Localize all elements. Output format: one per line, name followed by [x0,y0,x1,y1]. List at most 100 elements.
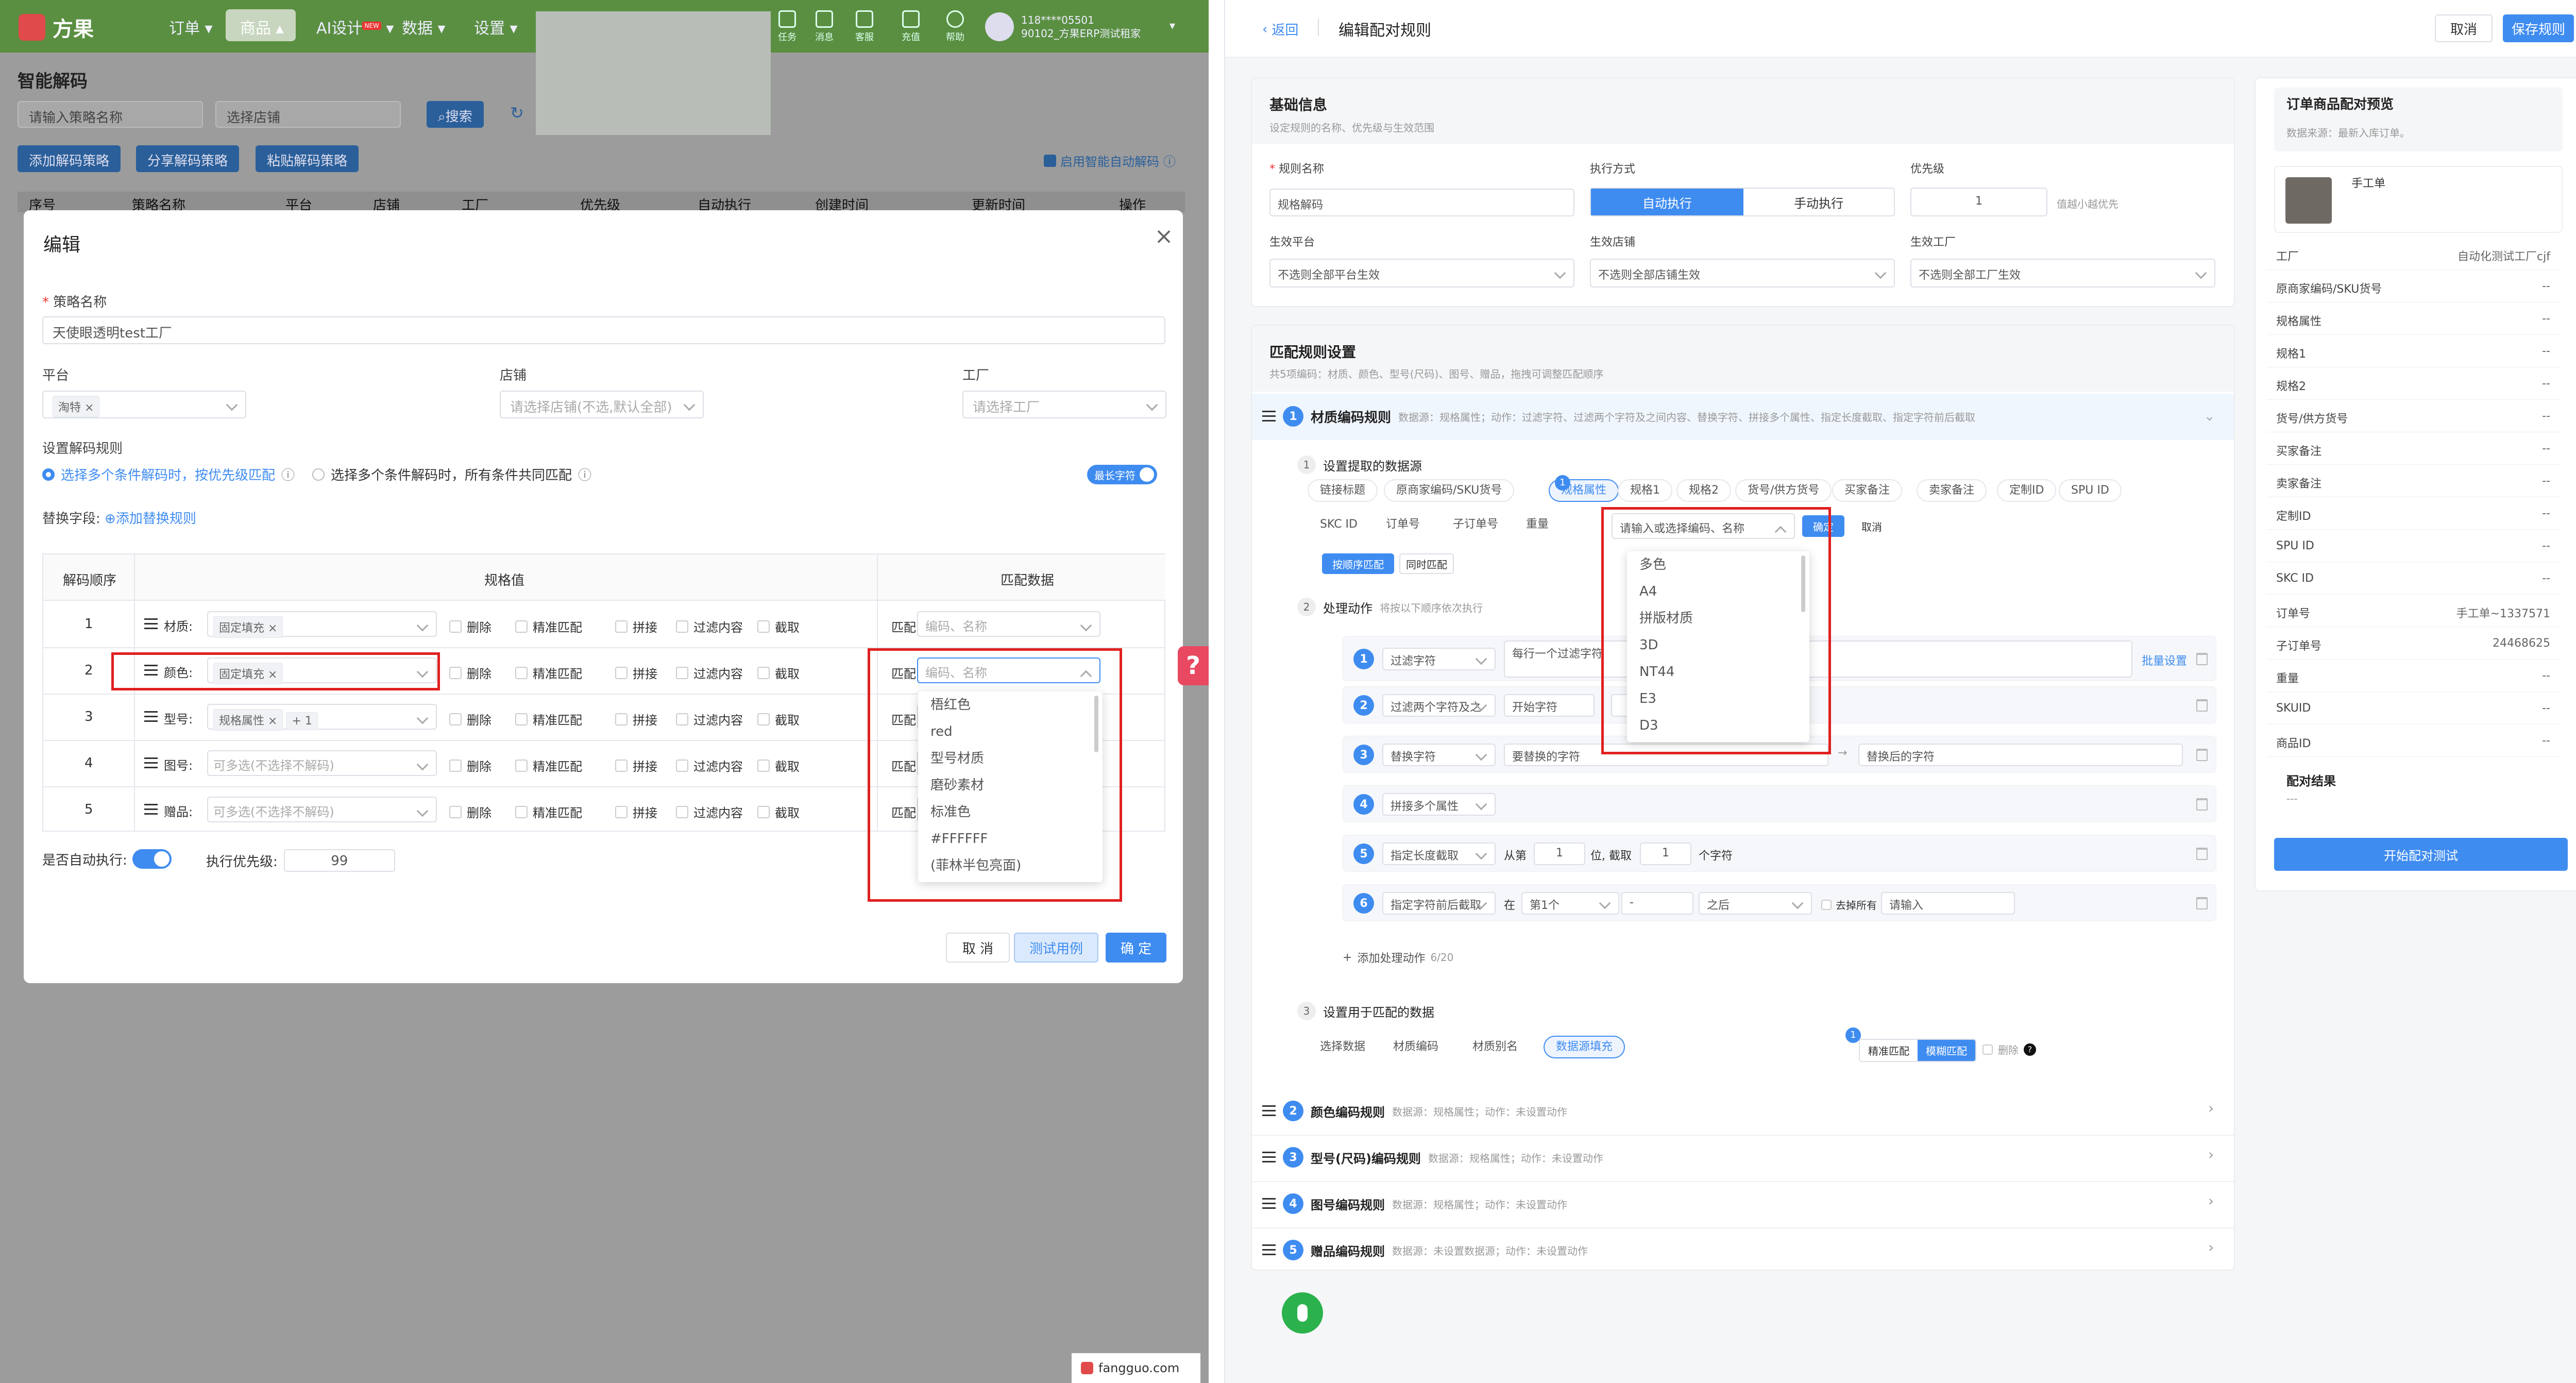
nav-ai-design[interactable]: AI设计 NEW ▾ [316,15,394,38]
brand[interactable]: 方果 [19,12,94,42]
store-select[interactable]: 不选则全部店铺生效 [1590,259,1895,288]
radio-all[interactable]: 选择多个条件解码时，所有条件共同匹配 ⓘ [312,465,591,484]
source-pill[interactable]: SKC ID [1308,513,1370,536]
dropdown-option[interactable]: #FFFFFF [918,825,1103,852]
drag-handle-icon[interactable] [144,711,158,722]
test-case-button[interactable]: 测试用例 [1014,933,1098,963]
chevron-right-icon[interactable]: › [2208,1239,2214,1256]
strip-input[interactable]: 请输入 [1881,892,2015,915]
row-spec-select[interactable]: 可多选(不选择不解码) [207,750,437,776]
match-source-pill[interactable]: 材质别名 [1460,1036,1530,1058]
rule-row[interactable]: 5 赠品编码规则 数据源：未设置数据源；动作：未设置动作 [1262,1235,2224,1266]
dropdown-option[interactable]: 标准色 [918,799,1103,825]
rule-row[interactable]: 2 颜色编码规则 数据源：规格属性；动作：未设置动作 [1262,1095,2224,1126]
help-float-button[interactable]: ? [1178,646,1209,685]
refresh-icon[interactable]: ↻ [510,103,524,123]
delimiter-input[interactable]: - [1621,892,1693,915]
save-rule-button[interactable]: 保存规则 [2503,14,2574,42]
option-opt_filter[interactable]: 过滤内容 [676,617,743,635]
option-opt_filter[interactable]: 过滤内容 [676,664,743,682]
rule-row[interactable]: 4 图号编码规则 数据源：规格属性；动作：未设置动作 [1262,1188,2224,1219]
nav-settings[interactable]: 设置 ▾ [474,15,518,38]
search-button[interactable]: ⌕搜索 [427,101,484,128]
option-opt_delete[interactable]: 删除 [449,756,492,774]
dropdown-option[interactable]: red [918,718,1103,745]
drag-handle-icon[interactable] [144,757,158,769]
back-link[interactable]: ‹ 返回 [1262,20,1298,39]
longest-match-switch[interactable]: 最长字符 [1087,465,1157,484]
dropdown-option[interactable]: 型号材质 [918,745,1103,772]
batch-set-link[interactable]: 批量设置 [2142,652,2187,668]
option-opt_cut[interactable]: 截取 [757,664,800,682]
same-match-button[interactable]: 同时匹配 [1399,553,1454,574]
trash-icon[interactable] [2196,897,2208,909]
match-source-pill[interactable]: 选择数据 [1308,1036,1378,1058]
dropdown-option[interactable]: 磨砂素材 [918,772,1103,799]
auto-exec-switch[interactable] [132,849,172,869]
replace-to-input[interactable]: 替换后的字符 [1858,744,2183,766]
option-opt_exact[interactable]: 精准匹配 [515,756,582,774]
drag-handle-icon[interactable] [1262,1244,1276,1256]
chevron-down-icon[interactable]: › [2202,416,2217,421]
option-opt_filter[interactable]: 过滤内容 [676,803,743,821]
chevron-right-icon[interactable]: › [2208,1192,2214,1209]
source-pill[interactable]: 链接标题 [1308,479,1378,502]
option-opt_join[interactable]: 拼接 [615,617,657,635]
seq-match-button[interactable]: 按顺序匹配 [1322,553,1394,574]
trash-icon[interactable] [2196,798,2208,811]
option-opt_delete[interactable]: 删除 [449,710,492,728]
user-info[interactable]: 118****05501 90102_方果ERP测试租家 [1021,13,1141,40]
drag-handle-icon[interactable] [1262,411,1276,422]
match-source-pill[interactable]: 数据源填充 [1544,1036,1625,1058]
trash-icon[interactable] [2196,848,2208,860]
option-opt_join[interactable]: 拼接 [615,803,657,821]
start-char-input[interactable]: 开始字符 [1504,694,1595,717]
strategy-name-input[interactable]: 天使眼透明test工厂 [42,316,1165,344]
trash-icon[interactable] [2196,699,2208,712]
add-action-link[interactable]: + 添加处理动作 6/20 [1343,949,1453,966]
paste-strategy-button[interactable]: 粘贴解码策略 [256,145,359,172]
row-spec-select[interactable]: 可多选(不选择不解码) [207,797,437,822]
source-cancel-button[interactable]: 取消 [1851,515,1893,537]
option-opt_join[interactable]: 拼接 [615,664,657,682]
action-type-select[interactable]: 指定字符前后截取 [1382,892,1496,915]
option-opt_cut[interactable]: 截取 [757,756,800,774]
service-icon[interactable]: 客服 [854,10,875,43]
exact-match-option[interactable]: 精准匹配 [1860,1040,1918,1061]
source-pill[interactable]: SPU ID [2059,479,2122,502]
row-spec-select[interactable]: 规格属性 × + 1 [207,704,437,731]
radio-priority[interactable]: 选择多个条件解码时，按优先级匹配 ⓘ [42,465,295,484]
factory-select[interactable]: 不选则全部工厂生效 [1910,259,2215,288]
option-opt_cut[interactable]: 截取 [757,803,800,821]
source-pill[interactable]: 规格1 [1618,479,1672,502]
store-select[interactable]: 选择店铺 [215,101,401,128]
option-opt_exact[interactable]: 精准匹配 [515,710,582,728]
match-source-pill[interactable]: 材质编码 [1381,1036,1451,1058]
close-icon[interactable]: × [1151,224,1177,249]
action-type-select[interactable]: 指定长度截取 [1382,842,1496,865]
drag-handle-icon[interactable] [144,804,158,815]
drag-handle-icon[interactable] [1262,1198,1276,1209]
source-pill[interactable]: 子订单号 [1440,513,1511,536]
source-pill[interactable]: 货号/供方货号 [1735,479,1832,502]
priority-input[interactable]: 1 [1910,188,2047,216]
source-pill[interactable]: 买家备注 [1832,479,1903,502]
exec-auto-option[interactable]: 自动执行 [1591,189,1743,215]
drag-handle-icon[interactable] [144,618,158,630]
before-after-select[interactable]: 之后 [1699,892,1812,915]
trash-icon[interactable] [2196,653,2208,665]
row-spec-select[interactable]: 固定填充 × [207,611,437,638]
factory-select[interactable]: 请选择工厂 [962,391,1166,418]
message-icon[interactable]: 消息 [814,10,835,43]
source-pill[interactable]: 重量 [1514,513,1561,536]
chevron-right-icon[interactable]: › [2208,1146,2214,1163]
auto-decode-toggle[interactable]: 启用智能自动解码 ⓘ [1044,151,1176,170]
drag-handle-icon[interactable] [1262,1105,1276,1117]
option-opt_cut[interactable]: 截取 [757,710,800,728]
store-select[interactable]: 请选择店铺(不选,默认全部) [500,391,704,418]
dropdown-option[interactable]: 梧红色 [918,692,1103,718]
rule-row[interactable]: 3 型号(尺码)编码规则 数据源：规格属性；动作：未设置动作 [1262,1142,2224,1173]
strategy-search-input[interactable]: 请输入策略名称 [18,101,203,128]
task-icon[interactable]: 任务 [777,10,798,43]
option-opt_join[interactable]: 拼接 [615,710,657,728]
